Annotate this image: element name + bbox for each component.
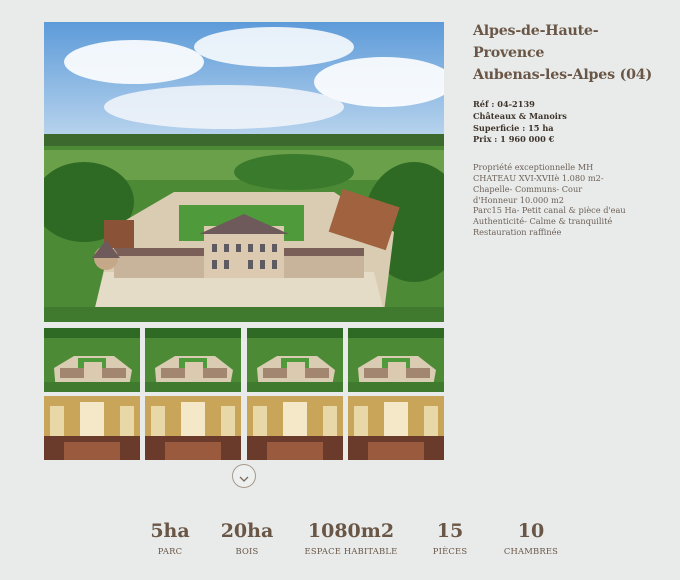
thumbnail-aerial[interactable] — [246, 328, 343, 392]
listing-description: Propriété exceptionnelle MH CHATEAU XVI-… — [473, 162, 663, 238]
stat-parc: 5ha PARC — [150, 518, 189, 556]
listing-region: Alpes-de-Haute-Provence — [473, 23, 599, 61]
thumbnail-interior[interactable] — [145, 396, 242, 460]
thumbnail-interior[interactable] — [246, 396, 343, 460]
thumbnail-aerial[interactable] — [145, 328, 242, 392]
main-property-photo[interactable] — [44, 22, 444, 322]
stat-value: 1080m2 — [307, 520, 395, 542]
description-line: CHATEAU XVI-XVIIè 1.080 m2- — [473, 172, 604, 183]
stat-value: 15 — [436, 520, 464, 542]
thumbnail-interior[interactable] — [347, 396, 444, 460]
listing-price: Prix : 1 960 000 € — [473, 134, 555, 145]
thumbnail-interior[interactable] — [44, 396, 140, 460]
stat-value: 5ha — [150, 520, 190, 542]
stat-label: PARC — [157, 546, 183, 556]
listing-specs: Réf : 04-2139 Châteaux & Manoirs Superfi… — [473, 99, 663, 146]
stat-label: BOIS — [235, 546, 259, 556]
description-line: Chapelle- Communs- Cour — [473, 183, 583, 194]
listing-title: Alpes-de-Haute-Provence Aubenas-les-Alpe… — [473, 20, 663, 86]
thumbnail-aerial[interactable] — [347, 328, 444, 392]
chevron-down-icon — [239, 467, 249, 486]
stat-chambres: 10 CHAMBRES — [504, 518, 558, 556]
listing-town: Aubenas-les-Alpes (04) — [473, 67, 652, 83]
stat-label: CHAMBRES — [503, 546, 559, 556]
stat-espace-habitable: 1080m2 ESPACE HABITABLE — [305, 518, 398, 556]
description-line: Authenticité- Calme & tranquilité — [473, 216, 613, 227]
stat-pieces: 15 PIÈCES — [433, 518, 468, 556]
listing-info: Alpes-de-Haute-Provence Aubenas-les-Alpe… — [473, 20, 663, 238]
description-line: Restauration raffinée — [473, 226, 562, 237]
stat-label: PIÈCES — [432, 546, 468, 556]
stat-value: 20ha — [220, 520, 274, 542]
stat-label: ESPACE HABITABLE — [304, 546, 398, 556]
stat-bois: 20ha BOIS — [221, 518, 274, 556]
property-stats: 5ha PARC 20ha BOIS 1080m2 ESPACE HABITAB… — [0, 518, 680, 568]
stat-value: 10 — [517, 520, 545, 542]
listing-ref: Réf : 04-2139 — [473, 99, 535, 109]
listing-surface: Superficie : 15 ha — [473, 122, 554, 133]
description-line: d'Honneur 10.000 m2 — [473, 194, 564, 205]
thumbnail-grid — [44, 328, 444, 460]
description-line: Propriété exceptionnelle MH — [473, 162, 594, 173]
listing-category: Châteaux & Manoirs — [473, 110, 567, 121]
thumbnail-aerial[interactable] — [44, 328, 140, 392]
description-line: Parc15 Ha- Petit canal & pièce d'eau — [473, 205, 626, 216]
show-more-photos-button[interactable] — [232, 464, 256, 488]
